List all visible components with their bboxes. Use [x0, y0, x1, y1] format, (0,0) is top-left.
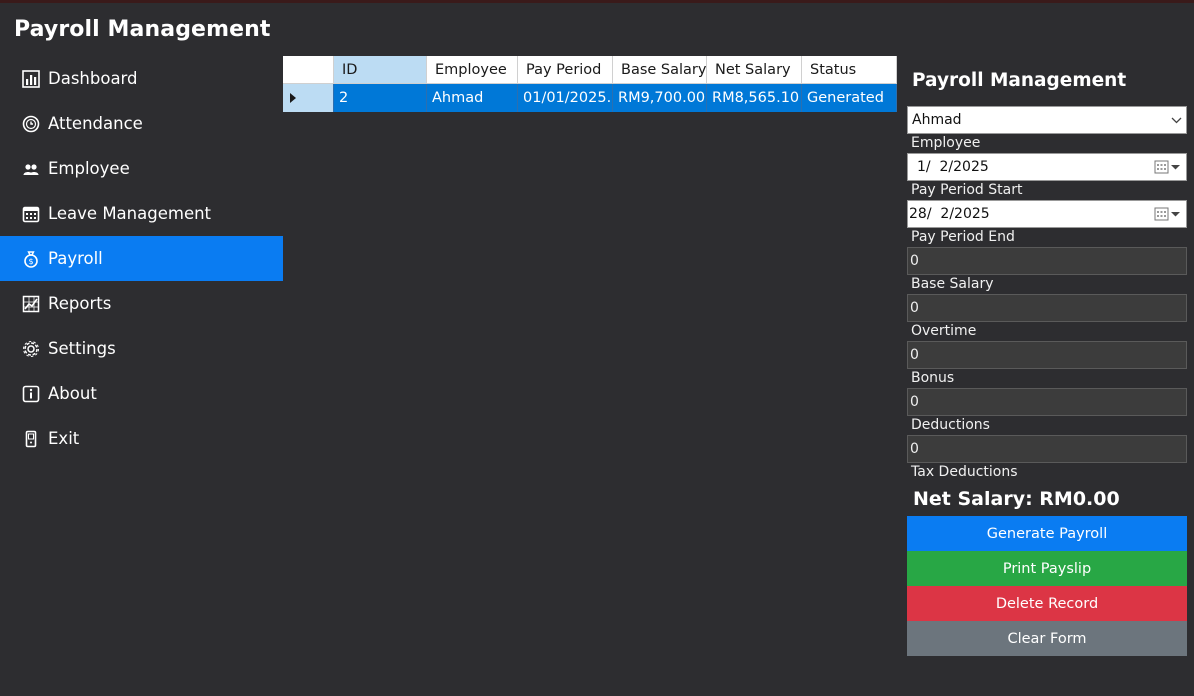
- sidebar-item-label: Attendance: [48, 114, 143, 133]
- print-payslip-button[interactable]: Print Payslip: [907, 551, 1187, 586]
- sidebar-item-leave-management[interactable]: Leave Management: [0, 191, 283, 236]
- tax-deductions-label: Tax Deductions: [911, 464, 1018, 480]
- cell-employee[interactable]: Ahmad: [427, 84, 518, 112]
- calendar-dropdown-icon[interactable]: [1154, 207, 1182, 221]
- grid-corner-header[interactable]: [283, 56, 334, 84]
- delete-record-button[interactable]: Delete Record: [907, 586, 1187, 621]
- cell-net-salary[interactable]: RM8,565.10: [707, 84, 802, 112]
- pay-period-end-picker[interactable]: 28/ 2/2025: [907, 200, 1187, 228]
- sidebar-item-label: Employee: [48, 159, 130, 178]
- net-salary-display: Net Salary: RM0.00: [913, 488, 1120, 510]
- payroll-grid[interactable]: ID Employee Pay Period Base Salary Net S…: [283, 56, 897, 112]
- sidebar-item-label: About: [48, 384, 97, 403]
- cell-base-salary[interactable]: RM9,700.00: [613, 84, 707, 112]
- row-selector[interactable]: [283, 84, 334, 112]
- overtime-input[interactable]: 0: [907, 294, 1187, 322]
- door-icon: [22, 430, 40, 448]
- app-title: Payroll Management: [14, 17, 271, 42]
- sidebar-item-label: Leave Management: [48, 204, 212, 223]
- info-icon: [22, 385, 40, 403]
- chevron-down-icon[interactable]: [1166, 117, 1186, 124]
- employee-select[interactable]: Ahmad: [907, 106, 1187, 134]
- calendar-dropdown-icon[interactable]: [1154, 160, 1182, 174]
- pay-period-start-value: 1/ 2/2025: [917, 159, 989, 175]
- cell-status[interactable]: Generated: [802, 84, 897, 112]
- sidebar-item-employee[interactable]: Employee: [0, 146, 283, 191]
- window-top-strip: [0, 0, 1194, 3]
- sidebar-item-settings[interactable]: Settings: [0, 326, 283, 371]
- bonus-input[interactable]: 0: [907, 341, 1187, 369]
- sidebar-item-payroll[interactable]: $ Payroll: [0, 236, 283, 281]
- pay-period-end-label: Pay Period End: [911, 229, 1015, 245]
- cell-pay-period[interactable]: 01/01/2025...: [518, 84, 613, 112]
- sidebar-item-attendance[interactable]: Attendance: [0, 101, 283, 146]
- table-row[interactable]: 2 Ahmad 01/01/2025... RM9,700.00 RM8,565…: [283, 84, 897, 112]
- column-header-pay-period[interactable]: Pay Period: [518, 56, 613, 84]
- money-bag-icon: $: [22, 250, 40, 268]
- sidebar-item-about[interactable]: About: [0, 371, 283, 416]
- deductions-input[interactable]: 0: [907, 388, 1187, 416]
- generate-payroll-button[interactable]: Generate Payroll: [907, 516, 1187, 551]
- bonus-label: Bonus: [911, 370, 955, 386]
- column-header-id[interactable]: ID: [334, 56, 427, 84]
- column-header-net-salary[interactable]: Net Salary: [707, 56, 802, 84]
- grid-header-row: ID Employee Pay Period Base Salary Net S…: [283, 56, 897, 84]
- gear-icon: [22, 340, 40, 358]
- form-title: Payroll Management: [912, 70, 1127, 91]
- employee-label: Employee: [911, 135, 981, 151]
- pay-period-end-value: 28/ 2/2025: [909, 206, 990, 222]
- column-header-base-salary[interactable]: Base Salary: [613, 56, 707, 84]
- column-header-employee[interactable]: Employee: [427, 56, 518, 84]
- row-pointer-icon: [290, 93, 296, 103]
- clear-form-button[interactable]: Clear Form: [907, 621, 1187, 656]
- sidebar-item-dashboard[interactable]: Dashboard: [0, 56, 283, 101]
- tax-deductions-input[interactable]: 0: [907, 435, 1187, 463]
- base-salary-label: Base Salary: [911, 276, 994, 292]
- cell-id[interactable]: 2: [334, 84, 427, 112]
- deductions-label: Deductions: [911, 417, 990, 433]
- clock-icon: [22, 115, 40, 133]
- chart-icon: [22, 69, 40, 88]
- sidebar-nav: Dashboard Attendance Employee Leave Mana…: [0, 56, 283, 461]
- sidebar-item-label: Payroll: [48, 249, 103, 268]
- svg-text:$: $: [28, 257, 33, 266]
- sidebar-item-label: Exit: [48, 429, 80, 448]
- pay-period-start-picker[interactable]: 1/ 2/2025: [907, 153, 1187, 181]
- sidebar-item-label: Reports: [48, 294, 112, 313]
- report-chart-icon: [22, 295, 40, 313]
- sidebar-item-label: Settings: [48, 339, 116, 358]
- sidebar-item-reports[interactable]: Reports: [0, 281, 283, 326]
- sidebar-item-label: Dashboard: [48, 69, 138, 88]
- users-icon: [22, 160, 40, 178]
- base-salary-input[interactable]: 0: [907, 247, 1187, 275]
- pay-period-start-label: Pay Period Start: [911, 182, 1023, 198]
- payroll-form: Payroll Management Ahmad Employee 1/ 2/2…: [907, 60, 1187, 656]
- employee-select-value: Ahmad: [912, 112, 962, 128]
- column-header-status[interactable]: Status: [802, 56, 897, 84]
- calendar-icon: [22, 205, 40, 223]
- sidebar-item-exit[interactable]: Exit: [0, 416, 283, 461]
- overtime-label: Overtime: [911, 323, 977, 339]
